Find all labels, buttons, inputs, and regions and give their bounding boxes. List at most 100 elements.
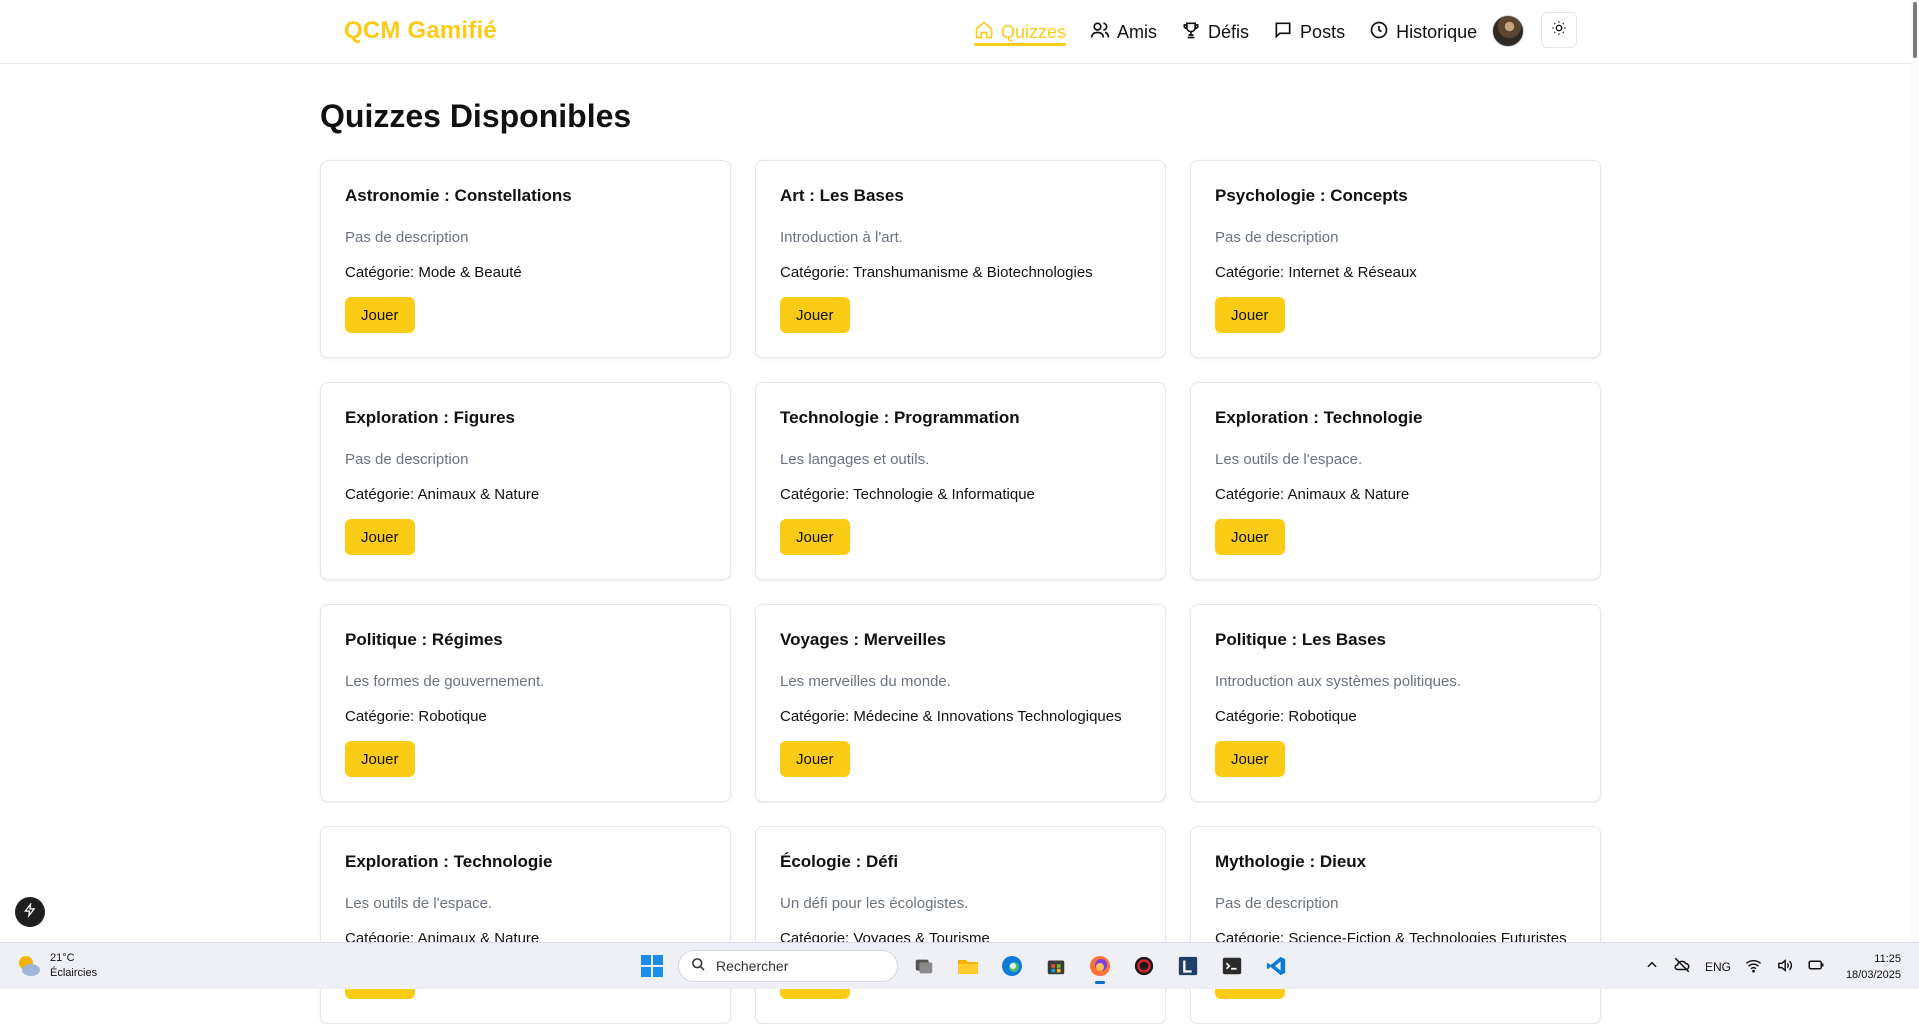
nav-label: Posts [1300, 21, 1346, 42]
partly-cloudy-icon [16, 953, 42, 979]
task-view-icon[interactable] [906, 948, 942, 984]
quiz-title: Politique : Régimes [345, 630, 503, 649]
theme-toggle-button[interactable] [1541, 12, 1577, 48]
quiz-title: Astronomie : Constellations [345, 186, 572, 205]
quiz-description: Les outils de l'espace. [1215, 451, 1363, 468]
nav-label: Historique [1396, 21, 1478, 42]
nav-label: Quizzes [1001, 21, 1067, 42]
language-indicator[interactable]: ENG [1705, 960, 1731, 974]
quiz-category: Catégorie: Robotique [1215, 708, 1357, 725]
search-placeholder: Rechercher [716, 958, 789, 974]
quiz-title: Technologie : Programmation [780, 408, 1020, 427]
quiz-card: Psychologie : Concepts Pas de descriptio… [1190, 160, 1601, 358]
quiz-card: Exploration : Technologie Les outils de … [320, 826, 731, 1024]
play-button[interactable]: Jouer [780, 741, 850, 777]
quiz-card: Art : Les Bases Introduction à l'art. Ca… [755, 160, 1166, 358]
quiz-category: Catégorie: Médecine & Innovations Techno… [780, 708, 1122, 725]
nav-label: Défis [1208, 21, 1250, 42]
quiz-description: Pas de description [345, 451, 469, 468]
quiz-category: Catégorie: Animaux & Nature [1215, 486, 1410, 503]
quiz-description: Pas de description [1215, 229, 1339, 246]
taskbar-search[interactable]: Rechercher [678, 950, 898, 982]
quiz-title: Exploration : Technologie [345, 852, 553, 871]
quiz-card: Écologie : Défi Un défi pour les écologi… [755, 826, 1166, 1024]
quiz-description: Les formes de gouvernement. [345, 673, 545, 690]
main-nav: Quizzes Amis Défis Posts Historique [974, 0, 1501, 64]
nav-item-quizzes[interactable]: Quizzes [974, 0, 1067, 64]
page-title: Quizzes Disponibles [320, 98, 632, 134]
quiz-card: Politique : Régimes Les formes de gouver… [320, 604, 731, 802]
quiz-category: Catégorie: Internet & Réseaux [1215, 264, 1417, 281]
quiz-card: Exploration : Figures Pas de description… [320, 382, 731, 580]
quiz-category: Catégorie: Transhumanisme & Biotechnolog… [780, 264, 1093, 281]
clock-icon [1369, 20, 1389, 45]
bolt-action-button[interactable] [15, 897, 45, 927]
quiz-title: Mythologie : Dieux [1215, 852, 1367, 871]
play-button[interactable]: Jouer [1215, 741, 1285, 777]
quiz-category: Catégorie: Animaux & Nature [345, 486, 540, 503]
terminal-icon[interactable] [1214, 948, 1250, 984]
quiz-title: Exploration : Figures [345, 408, 516, 427]
quiz-title: Politique : Les Bases [1215, 630, 1386, 649]
system-tray: ENG [1645, 943, 1825, 990]
page-scrollbar[interactable] [1911, 0, 1919, 942]
play-button[interactable]: Jouer [345, 297, 415, 333]
battery-icon[interactable] [1807, 956, 1825, 977]
quiz-card: Exploration : Technologie Les outils de … [1190, 382, 1601, 580]
user-avatar[interactable] [1492, 15, 1524, 47]
quiz-category: Catégorie: Mode & Beauté [345, 264, 522, 281]
quiz-description: Les merveilles du monde. [780, 673, 951, 690]
quiz-description: Introduction à l'art. [780, 229, 903, 246]
quiz-title: Écologie : Défi [780, 852, 899, 871]
quiz-category: Catégorie: Robotique [345, 708, 487, 725]
quiz-card: Voyages : Merveilles Les merveilles du m… [755, 604, 1166, 802]
security-app-icon[interactable] [1126, 948, 1162, 984]
quiz-description: Pas de description [1215, 895, 1339, 912]
cloud-off-icon[interactable] [1673, 956, 1691, 977]
quiz-card: Politique : Les Bases Introduction aux s… [1190, 604, 1601, 802]
scrollbar-thumb[interactable] [1913, 2, 1917, 58]
search-icon [691, 957, 706, 975]
play-button[interactable]: Jouer [780, 519, 850, 555]
users-icon [1090, 20, 1110, 45]
play-button[interactable]: Jouer [1215, 297, 1285, 333]
brand-logo[interactable]: QCM Gamifié [344, 17, 497, 45]
vscode-icon[interactable] [1258, 948, 1294, 984]
quiz-description: Les outils de l'espace. [345, 895, 493, 912]
file-explorer-icon[interactable] [950, 948, 986, 984]
quiz-description: Un défi pour les écologistes. [780, 895, 969, 912]
play-button[interactable]: Jouer [780, 297, 850, 333]
volume-icon[interactable] [1776, 957, 1793, 977]
chevron-up-icon[interactable] [1645, 958, 1659, 975]
nav-item-historique[interactable]: Historique [1369, 0, 1477, 64]
play-button[interactable]: Jouer [345, 519, 415, 555]
firefox-icon[interactable] [1082, 948, 1118, 984]
system-clock[interactable]: 11:25 18/03/2025 [1846, 951, 1901, 983]
app-l-icon[interactable] [1170, 948, 1206, 984]
quiz-title: Art : Les Bases [780, 186, 904, 205]
nav-label: Amis [1117, 21, 1158, 42]
quiz-title: Exploration : Technologie [1215, 408, 1423, 427]
wifi-icon[interactable] [1745, 957, 1762, 977]
nav-item-posts[interactable]: Posts [1273, 0, 1345, 64]
quiz-category: Catégorie: Technologie & Informatique [780, 486, 1035, 503]
nav-item-amis[interactable]: Amis [1090, 0, 1157, 64]
quiz-card: Mythologie : Dieux Pas de description Ca… [1190, 826, 1601, 1024]
quiz-description: Les langages et outils. [780, 451, 930, 468]
quiz-card: Astronomie : Constellations Pas de descr… [320, 160, 731, 358]
taskbar-apps: Rechercher [634, 948, 1294, 984]
quiz-grid: Astronomie : Constellations Pas de descr… [320, 160, 1601, 1024]
ms-store-icon[interactable] [1038, 948, 1074, 984]
weather-widget[interactable]: 21°C Éclaircies [16, 951, 97, 981]
windows-start-icon[interactable] [634, 948, 670, 984]
nav-item-defis[interactable]: Défis [1181, 0, 1249, 64]
play-button[interactable]: Jouer [1215, 519, 1285, 555]
trophy-icon [1181, 20, 1201, 45]
quiz-title: Voyages : Merveilles [780, 630, 946, 649]
top-navbar: QCM Gamifié Quizzes Amis Défis Posts His… [0, 0, 1919, 64]
weather-desc: Éclaircies [50, 967, 98, 979]
play-button[interactable]: Jouer [345, 741, 415, 777]
edge-browser-icon[interactable] [994, 948, 1030, 984]
quiz-description: Pas de description [345, 229, 469, 246]
home-icon [974, 20, 994, 45]
